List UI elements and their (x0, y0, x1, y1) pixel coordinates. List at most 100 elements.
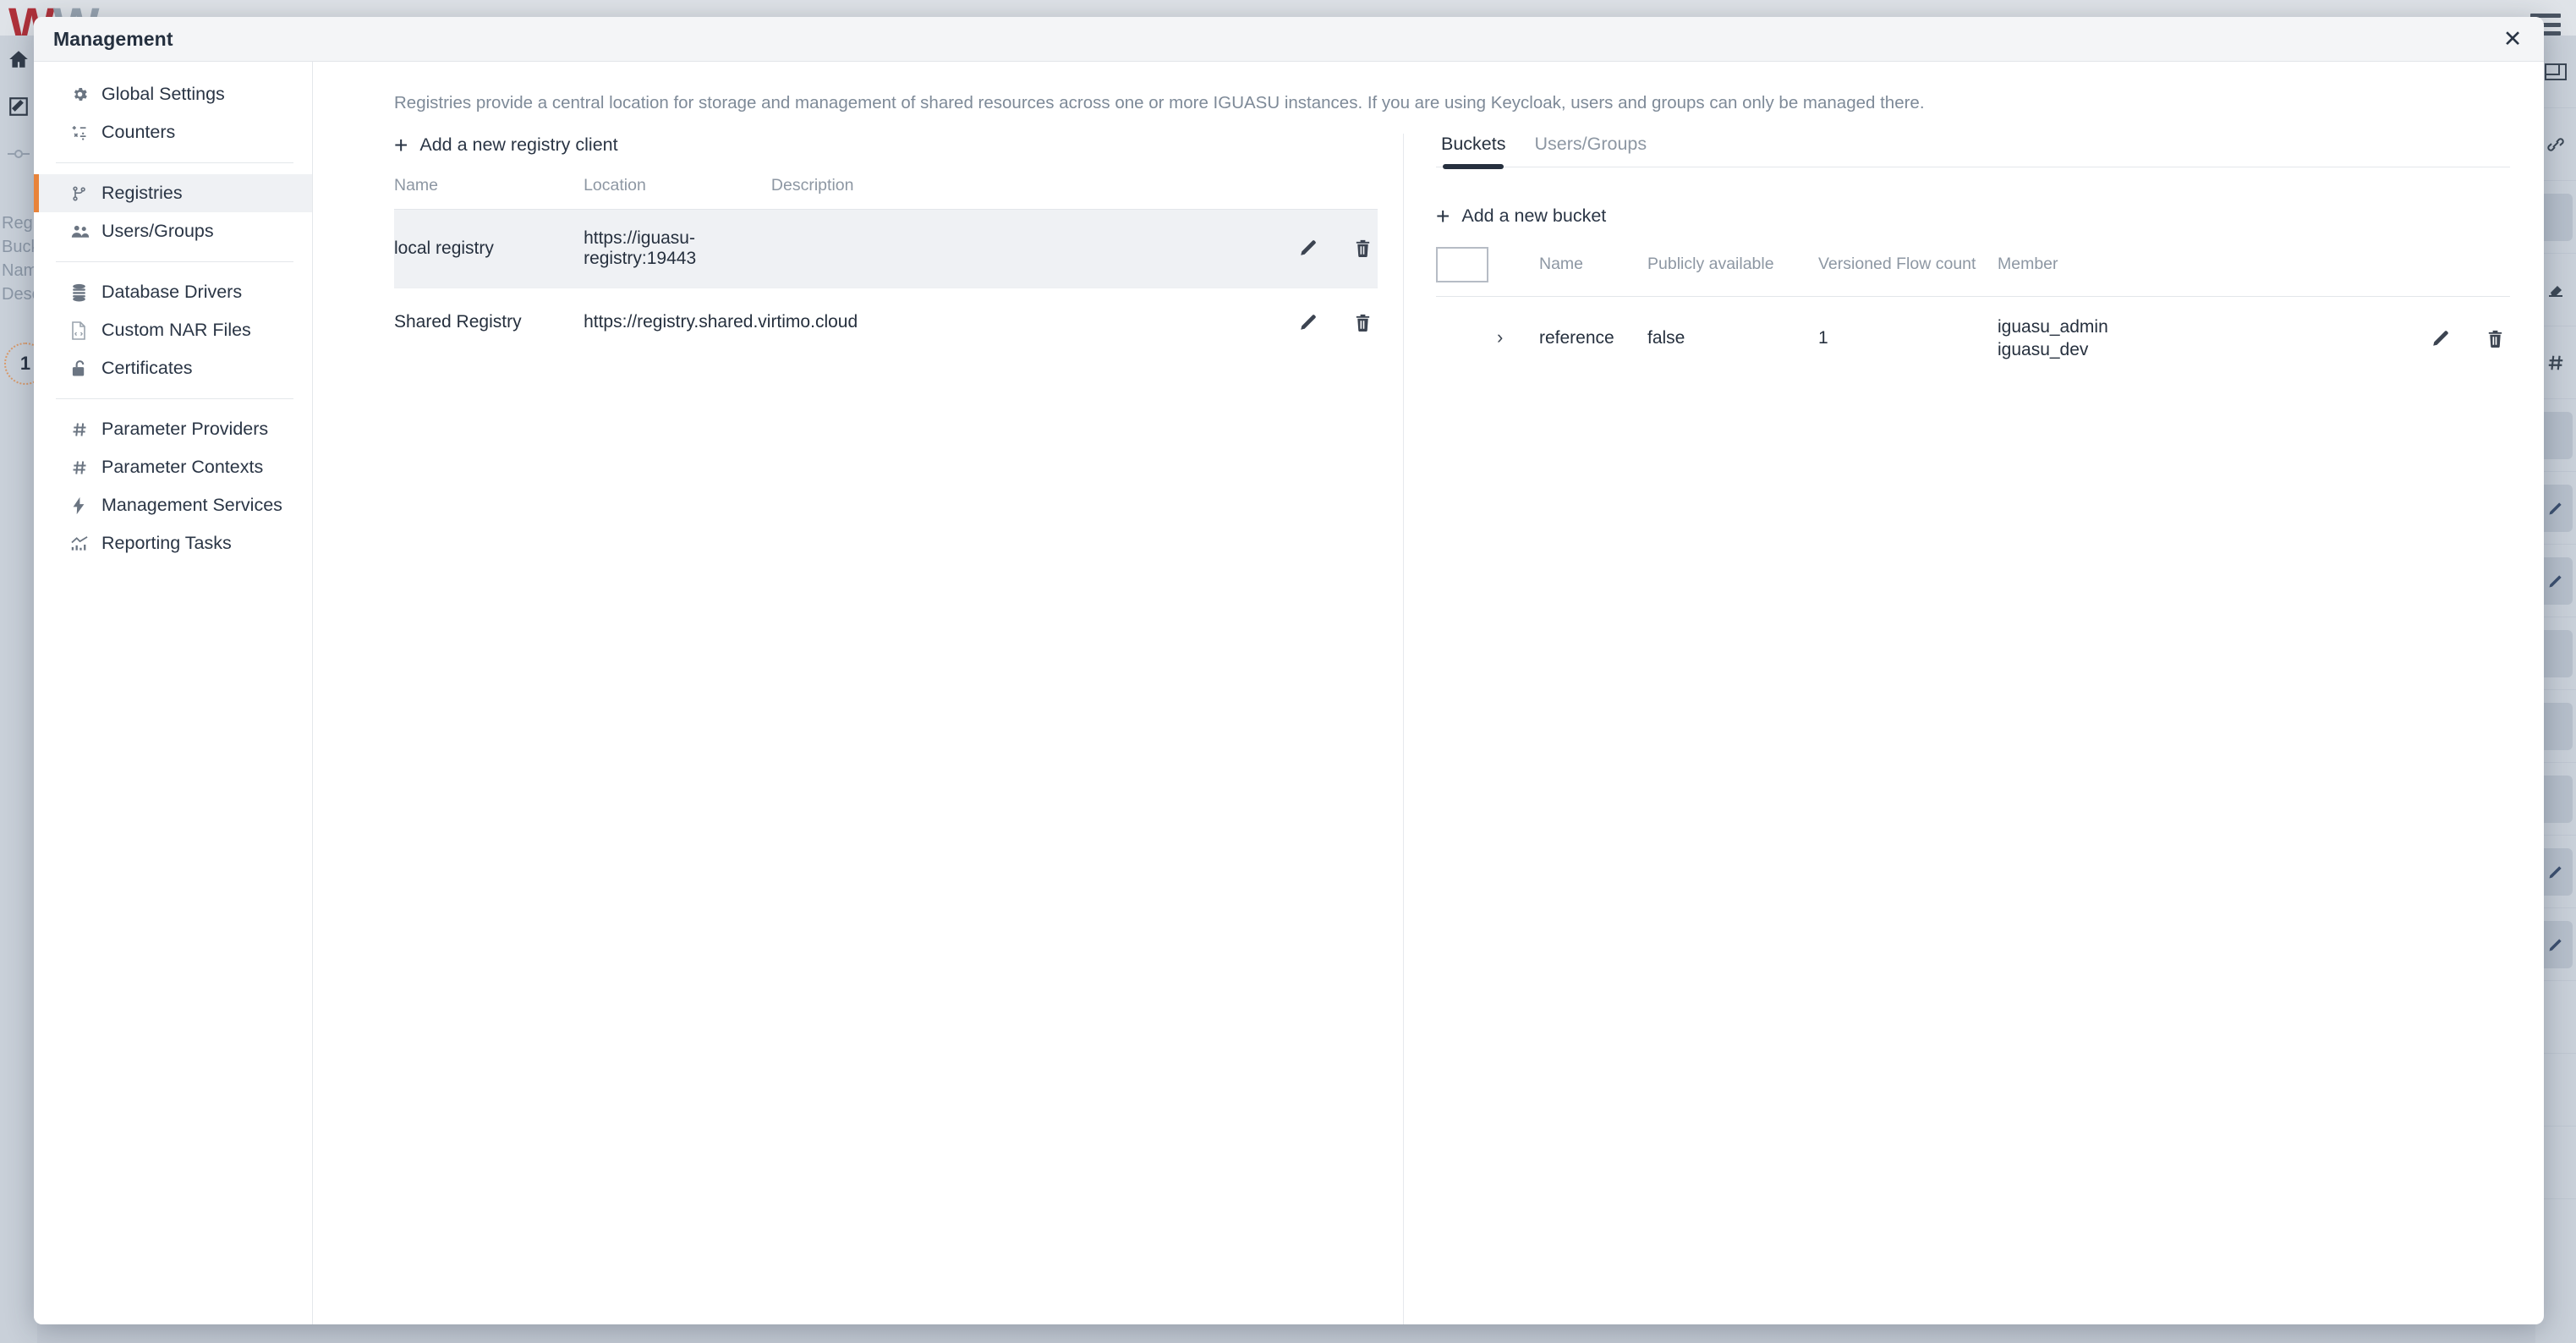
plus-icon: + (1436, 202, 1450, 229)
bucket-member: iguasu_admin (1998, 316, 2108, 337)
registry-description (770, 209, 1226, 288)
lock-open-icon (71, 359, 101, 377)
chip-shape (2539, 629, 2573, 677)
row-actions (2366, 296, 2510, 381)
dialog-header: Management ✕ (34, 17, 2544, 62)
column-header-description: Description (770, 175, 854, 195)
sidebar-item-label: Global Settings (101, 84, 225, 104)
sidebar-item-reporting-tasks[interactable]: Reporting Tasks (34, 524, 312, 562)
registry-clients-panel: + Add a new registry client Name Locatio… (313, 131, 1404, 1324)
registry-location: https://iguasu-registry:19443 (584, 209, 771, 288)
trash-icon[interactable] (1347, 307, 1378, 337)
bucket-publicly-available: false (1647, 328, 1685, 348)
chip-shape (2539, 702, 2573, 750)
column-header-member: Member (1998, 255, 2058, 274)
buckets-table: Name Publicly available Versioned Flow c… (1436, 246, 2510, 381)
hash-icon (71, 421, 101, 438)
sidebar-item-parameter-contexts[interactable]: Parameter Contexts (34, 448, 312, 486)
table-row[interactable]: Shared Registry https://registry.shared.… (394, 288, 1378, 356)
column-header-actions (1226, 176, 1378, 210)
trash-icon[interactable] (1347, 233, 1378, 264)
registry-name: Shared Registry (394, 311, 522, 332)
tab-buckets[interactable]: Buckets (1441, 134, 1505, 169)
sidebar-item-database-drivers[interactable]: Database Drivers (34, 273, 312, 311)
select-all-cell (1436, 246, 1539, 297)
sidebar-divider (56, 261, 293, 262)
sidebar-item-registries[interactable]: Registries (34, 174, 312, 212)
file-code-icon (71, 321, 101, 340)
sidebar-divider (56, 162, 293, 163)
registry-location: https://registry.shared.virtimo.cloud (584, 311, 858, 332)
tab-users-groups[interactable]: Users/Groups (1534, 134, 1647, 167)
dialog-title: Management (53, 27, 173, 50)
sidebar-item-counters[interactable]: Counters (34, 113, 312, 151)
row-actions (1225, 209, 1378, 288)
sidebar-item-global-settings[interactable]: Global Settings (34, 75, 312, 113)
pencil-icon[interactable] (2425, 323, 2456, 354)
checkbox-unchecked-icon[interactable] (1436, 246, 1488, 282)
chevron-glyph: › (1497, 326, 1504, 348)
trash-icon[interactable] (2480, 324, 2510, 354)
dialog-body: Global Settings Counters Registries User… (34, 62, 2544, 1324)
sidebar-item-certificates[interactable]: Certificates (34, 349, 312, 387)
table-row[interactable]: local registry https://iguasu-registry:1… (394, 209, 1378, 288)
add-bucket-button[interactable]: + Add a new bucket (1436, 202, 1607, 229)
detail-tabs: Buckets Users/Groups (1436, 134, 2510, 169)
bucket-versioned-flow-count: 1 (1818, 328, 1828, 348)
gear-icon (71, 85, 101, 103)
add-bucket-label: Add a new bucket (1461, 206, 1607, 227)
registry-branch-icon (71, 184, 101, 203)
bucket-member: iguasu_dev (1998, 340, 2089, 360)
column-header-location: Location (584, 175, 646, 195)
content-columns: + Add a new registry client Name Locatio… (313, 115, 2544, 1324)
chip-shape (2539, 920, 2573, 968)
sidebar-item-label: Database Drivers (101, 282, 243, 302)
close-icon[interactable]: ✕ (2498, 25, 2527, 53)
sidebar-item-management-services[interactable]: Management Services (34, 486, 312, 524)
hash-icon (71, 459, 101, 476)
chevron-right-icon[interactable]: › (1497, 296, 1539, 381)
database-icon (71, 283, 101, 302)
bucket-name: reference (1539, 328, 1614, 348)
home-icon[interactable] (0, 36, 37, 83)
sidebar-item-users-groups[interactable]: Users/Groups (34, 212, 312, 250)
chart-line-icon (71, 535, 101, 552)
column-header-publicly-available: Publicly available (1647, 255, 1774, 274)
sidebar-item-label: Parameter Providers (101, 419, 269, 439)
add-registry-client-label: Add a new registry client (419, 134, 618, 156)
pencil-icon[interactable] (1293, 307, 1324, 337)
column-header-actions (2366, 247, 2510, 297)
users-icon (71, 223, 101, 240)
registry-clients-table: Name Location Description local registry… (394, 176, 1378, 357)
pencil-icon[interactable] (1293, 233, 1324, 263)
add-registry-client-button[interactable]: + Add a new registry client (394, 131, 618, 158)
management-content: Registries provide a central location fo… (313, 62, 2544, 1324)
chip-shape (2539, 556, 2573, 605)
node-connector-icon[interactable] (0, 130, 37, 178)
sidebar-item-label: Reporting Tasks (101, 533, 232, 553)
sidebar-item-custom-nar-files[interactable]: Custom NAR Files (34, 311, 312, 349)
sidebar-item-label: Certificates (101, 358, 193, 378)
sidebar-item-label: Parameter Contexts (101, 457, 264, 477)
edit-document-icon[interactable] (0, 83, 37, 130)
column-header-versioned-flow-count: Versioned Flow count (1818, 255, 1976, 274)
chip-shape (2539, 775, 2573, 823)
row-spacer (1436, 296, 1497, 381)
sidebar-item-parameter-providers[interactable]: Parameter Providers (34, 410, 312, 448)
management-sidebar: Global Settings Counters Registries User… (34, 62, 313, 1324)
management-dialog: Management ✕ Global Settings Counters Re… (34, 17, 2544, 1324)
column-header-name: Name (394, 175, 439, 195)
table-header-row: Name Publicly available Versioned Flow c… (1436, 246, 2510, 297)
table-header-row: Name Location Description (394, 176, 1378, 210)
chip-shape (2539, 193, 2573, 241)
sidebar-item-label: Users/Groups (101, 221, 214, 241)
counters-icon (71, 124, 101, 141)
chip-shape (2539, 411, 2573, 459)
registries-description: Registries provide a central location fo… (394, 93, 1925, 112)
plus-icon: + (394, 131, 408, 158)
sidebar-item-label: Registries (101, 183, 183, 203)
chip-shape (2539, 484, 2573, 532)
column-header-name: Name (1539, 255, 1584, 274)
row-actions (1226, 288, 1378, 356)
table-row[interactable]: › reference false 1 iguasu_admin iguasu_… (1436, 296, 2510, 381)
